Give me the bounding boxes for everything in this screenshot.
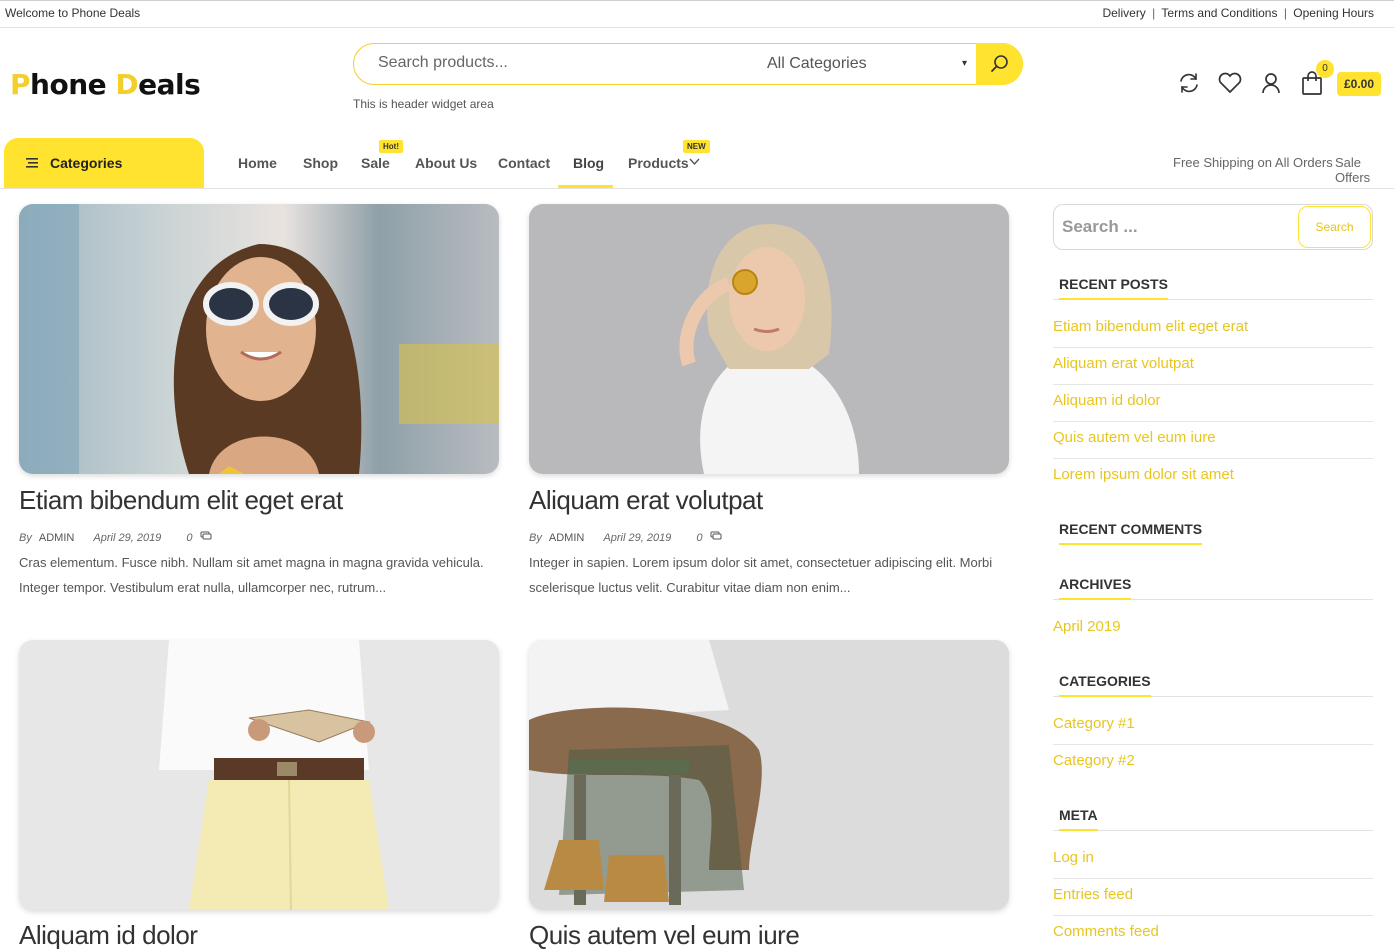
separator: | xyxy=(1152,6,1156,20)
wishlist-button[interactable] xyxy=(1213,66,1247,100)
post-meta: By ADMIN April 29, 2019 0 xyxy=(529,531,722,544)
nav-shop[interactable]: Shop xyxy=(303,155,338,171)
post-thumbnail[interactable] xyxy=(19,204,499,474)
product-search-bar: All Categories ▾ xyxy=(353,43,1023,85)
nav-products[interactable]: Products xyxy=(628,155,689,171)
sidebar-search: Search xyxy=(1053,204,1373,250)
post-excerpt: Cras elementum. Fusce nibh. Nullam sit a… xyxy=(19,555,484,595)
site-logo[interactable]: Phone Deals xyxy=(10,68,201,101)
nav-sale[interactable]: Sale xyxy=(361,155,390,171)
nav-blog[interactable]: Blog xyxy=(573,155,604,171)
post-image-woman-sunglasses xyxy=(19,204,499,474)
category-select[interactable]: All Categories xyxy=(767,55,867,73)
logo-letter-p: P xyxy=(10,68,31,101)
active-nav-indicator xyxy=(558,185,613,188)
post-title[interactable]: Quis autem vel eum iure xyxy=(529,920,800,949)
search-icon xyxy=(990,55,1008,72)
entries-feed-link[interactable]: Entries feed xyxy=(1053,879,1373,916)
post-thumbnail[interactable] xyxy=(529,204,1009,474)
search-input[interactable] xyxy=(378,54,738,72)
post-image-man-book xyxy=(159,640,389,910)
nav-about-us[interactable]: About Us xyxy=(415,155,477,171)
logo-text-1: hone xyxy=(30,68,116,101)
recent-post-link[interactable]: Quis autem vel eum iure xyxy=(1053,422,1373,459)
sidebar-search-input[interactable] xyxy=(1062,217,1292,237)
top-links: Delivery | Terms and Conditions | Openin… xyxy=(1102,6,1374,20)
category-link[interactable]: Category #2 xyxy=(1053,745,1373,782)
delivery-link[interactable]: Delivery xyxy=(1102,6,1145,20)
post-meta: By ADMIN April 29, 2019 0 xyxy=(19,531,212,544)
comment-count[interactable]: 0 xyxy=(186,532,192,544)
post-title[interactable]: Aliquam erat volutpat xyxy=(529,485,763,516)
categories-title: CATEGORIES xyxy=(1053,673,1373,697)
post-image-man-stool xyxy=(529,640,1009,910)
sidebar-search-button[interactable]: Search xyxy=(1298,206,1371,248)
recent-post-link[interactable]: Etiam bibendum elit eget erat xyxy=(1053,311,1373,348)
category-link[interactable]: Category #1 xyxy=(1053,708,1373,745)
top-bar: Welcome to Phone Deals Delivery | Terms … xyxy=(0,0,1394,28)
cart-total[interactable]: £0.00 xyxy=(1337,72,1382,96)
main-nav: Categories Home Shop Sale Hot! About Us … xyxy=(0,138,1394,189)
by-label: By xyxy=(19,532,32,544)
post-thumbnail[interactable] xyxy=(19,640,499,910)
search-button[interactable] xyxy=(976,43,1023,85)
separator: | xyxy=(1283,6,1287,20)
post-thumbnail[interactable] xyxy=(529,640,1009,910)
login-link[interactable]: Log in xyxy=(1053,842,1373,879)
archive-link[interactable]: April 2019 xyxy=(1053,611,1373,648)
opening-hours-link[interactable]: Opening Hours xyxy=(1293,6,1374,20)
recent-post-link[interactable]: Aliquam id dolor xyxy=(1053,385,1373,422)
heart-icon xyxy=(1218,72,1242,94)
cart-count-badge: 0 xyxy=(1316,60,1334,78)
categories-button[interactable]: Categories xyxy=(4,138,204,188)
hot-badge: Hot! xyxy=(379,140,403,153)
nav-contact[interactable]: Contact xyxy=(498,155,550,171)
sale-offers-link[interactable]: Sale Offers xyxy=(1335,155,1394,185)
nav-home[interactable]: Home xyxy=(238,155,277,171)
terms-link[interactable]: Terms and Conditions xyxy=(1161,6,1277,20)
comment-icon xyxy=(710,531,722,540)
user-icon xyxy=(1262,73,1280,94)
post-title[interactable]: Etiam bibendum elit eget erat xyxy=(19,485,343,516)
by-label: By xyxy=(529,532,542,544)
post-image-woman-coin xyxy=(679,224,859,474)
meta-title: META xyxy=(1053,807,1373,831)
recent-posts-title: RECENT POSTS xyxy=(1053,276,1373,300)
categories-label: Categories xyxy=(50,155,123,171)
logo-text-2: eals xyxy=(138,68,201,101)
archives-title: ARCHIVES xyxy=(1053,576,1373,600)
compare-button[interactable] xyxy=(1172,66,1206,100)
post-date[interactable]: April 29, 2019 xyxy=(603,532,671,544)
new-badge: NEW xyxy=(683,140,710,153)
post-title[interactable]: Aliquam id dolor xyxy=(19,920,198,949)
logo-letter-d: D xyxy=(115,68,139,101)
chevron-down-icon[interactable] xyxy=(689,158,700,166)
refresh-icon xyxy=(1180,73,1198,93)
comment-icon xyxy=(200,531,212,540)
recent-post-link[interactable]: Aliquam erat volutpat xyxy=(1053,348,1373,385)
post-excerpt: Integer in sapien. Lorem ipsum dolor sit… xyxy=(529,555,993,595)
recent-comments-title: RECENT COMMENTS xyxy=(1053,521,1373,545)
account-button[interactable] xyxy=(1254,66,1288,100)
header-widget-note: This is header widget area xyxy=(353,97,494,111)
welcome-text: Welcome to Phone Deals xyxy=(5,6,141,20)
menu-icon xyxy=(26,158,38,168)
post-author[interactable]: ADMIN xyxy=(549,532,584,544)
comment-count[interactable]: 0 xyxy=(696,532,702,544)
chevron-down-icon[interactable]: ▾ xyxy=(962,58,967,69)
post-date[interactable]: April 29, 2019 xyxy=(93,532,161,544)
recent-post-link[interactable]: Lorem ipsum dolor sit amet xyxy=(1053,459,1373,496)
free-shipping-link[interactable]: Free Shipping on All Orders xyxy=(1173,155,1333,170)
post-author[interactable]: ADMIN xyxy=(39,532,74,544)
comments-feed-link[interactable]: Comments feed xyxy=(1053,916,1373,949)
